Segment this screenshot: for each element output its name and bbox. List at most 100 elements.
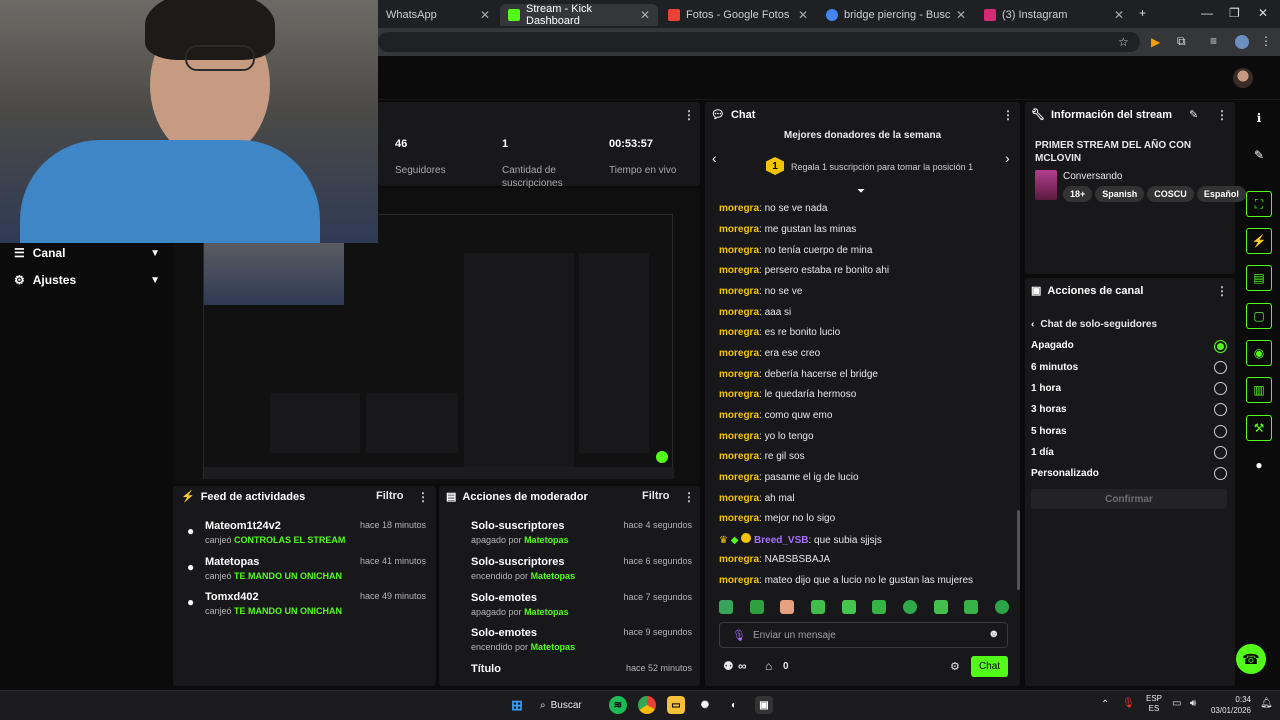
radio-personalizado[interactable] bbox=[1214, 467, 1227, 480]
radio-6-minutos[interactable] bbox=[1214, 361, 1227, 374]
option-label[interactable]: Apagado bbox=[1031, 340, 1074, 351]
chat-username[interactable]: moregra bbox=[719, 451, 759, 462]
chat-send-button[interactable]: Chat bbox=[971, 656, 1008, 677]
mod-action-by[interactable]: Matetopas bbox=[524, 607, 569, 617]
chevron-right-icon[interactable]: › bbox=[1005, 150, 1010, 166]
option-label[interactable]: Personalizado bbox=[1031, 468, 1099, 479]
chat-username[interactable]: moregra bbox=[719, 575, 759, 586]
mod-action-by[interactable]: Matetopas bbox=[524, 535, 569, 545]
option-label[interactable]: 6 minutos bbox=[1031, 362, 1078, 373]
taskbar-search[interactable]: ⌕ Buscar bbox=[540, 696, 604, 714]
minimize-button[interactable]: — bbox=[1201, 6, 1213, 20]
tab-google-photos[interactable]: Fotos - Google Fotos ✕ bbox=[660, 4, 816, 26]
windows-start-icon[interactable]: ⊞ bbox=[508, 696, 526, 714]
sidebar-item-ajustes[interactable]: ⚙ Ajustes ▼ bbox=[14, 273, 160, 287]
users-icon[interactable]: ● bbox=[1246, 452, 1272, 478]
more-options-icon[interactable]: ⋮ bbox=[1002, 108, 1014, 122]
radio-3-horas[interactable] bbox=[1214, 403, 1227, 416]
app-icon[interactable]: ◐ bbox=[725, 696, 743, 714]
chat-username[interactable]: moregra bbox=[719, 431, 759, 442]
more-options-icon[interactable]: ⋮ bbox=[1216, 108, 1228, 122]
emote-icon[interactable] bbox=[994, 600, 1009, 614]
filter-button[interactable]: Filtro bbox=[642, 490, 670, 502]
mod-action-by[interactable]: Matetopas bbox=[531, 571, 576, 581]
chevron-left-icon[interactable]: ‹ bbox=[712, 150, 717, 166]
microphone-icon[interactable]: 🎙︎ bbox=[1122, 698, 1135, 709]
chat-username[interactable]: moregra bbox=[719, 493, 759, 504]
emote-icon[interactable] bbox=[719, 600, 733, 614]
chevron-up-icon[interactable]: ⌃ bbox=[1101, 699, 1109, 710]
chat-username[interactable]: moregra bbox=[719, 327, 759, 338]
option-label[interactable]: 1 hora bbox=[1031, 383, 1061, 394]
chat-username[interactable]: moregra bbox=[719, 369, 759, 380]
mod-action-by[interactable]: Matetopas bbox=[531, 642, 576, 652]
emote-icon[interactable] bbox=[964, 600, 979, 614]
emote-icon[interactable] bbox=[841, 600, 856, 614]
microphone-icon[interactable]: 🎙︎ bbox=[732, 629, 746, 642]
new-tab-button[interactable]: + bbox=[1139, 6, 1146, 20]
chat-username[interactable]: moregra bbox=[719, 472, 759, 483]
close-icon[interactable]: ✕ bbox=[480, 8, 490, 22]
emoji-icon[interactable]: ☻ bbox=[988, 628, 1000, 640]
info-icon[interactable]: ℹ bbox=[1246, 105, 1272, 131]
profile-avatar-icon[interactable] bbox=[1235, 35, 1249, 49]
emote-icon[interactable] bbox=[810, 600, 825, 614]
chrome-icon[interactable] bbox=[638, 696, 656, 714]
emote-icon[interactable] bbox=[872, 600, 887, 614]
more-options-icon[interactable]: ⋮ bbox=[1216, 284, 1228, 298]
option-label[interactable]: 1 día bbox=[1031, 447, 1054, 458]
browser-menu-icon[interactable]: ⋮ bbox=[1260, 34, 1272, 48]
spotify-icon[interactable]: ≋ bbox=[609, 696, 627, 714]
user-avatar[interactable] bbox=[1233, 68, 1253, 88]
close-window-button[interactable]: ✕ bbox=[1258, 6, 1268, 20]
chat-username[interactable]: moregra bbox=[719, 286, 759, 297]
volume-icon[interactable]: 🔊︎ bbox=[1190, 698, 1196, 709]
chatgpt-icon[interactable]: ✺ bbox=[696, 696, 714, 714]
more-options-icon[interactable]: ⋮ bbox=[683, 108, 695, 122]
chat-username[interactable]: moregra bbox=[719, 224, 759, 235]
points-value[interactable]: ∞ bbox=[738, 659, 747, 673]
radio-1-hora[interactable] bbox=[1214, 382, 1227, 395]
tab-whatsapp[interactable]: WhatsApp ✕ bbox=[378, 4, 498, 26]
maximize-button[interactable]: ❐ bbox=[1229, 6, 1240, 20]
radio-1-dia[interactable] bbox=[1214, 446, 1227, 459]
tab-google-search[interactable]: bridge piercing - Buscar con Go ✕ bbox=[818, 4, 974, 26]
obs-icon[interactable]: ▣ bbox=[755, 696, 773, 714]
more-options-icon[interactable]: ⋮ bbox=[417, 490, 429, 504]
notification-icon[interactable]: 🔔︎ bbox=[1260, 698, 1273, 709]
tab-instagram[interactable]: (3) Instagram ✕ bbox=[976, 4, 1132, 26]
radio-5-horas[interactable] bbox=[1214, 425, 1227, 438]
language-indicator[interactable]: ESP ES bbox=[1146, 694, 1162, 714]
lightning-icon[interactable]: ⚡ bbox=[1246, 228, 1272, 254]
back-button[interactable]: ‹ Chat de solo-seguidores bbox=[1031, 319, 1157, 330]
more-options-icon[interactable]: ⋮ bbox=[683, 490, 695, 504]
radio-apagado[interactable] bbox=[1214, 340, 1227, 353]
chat-username[interactable]: moregra bbox=[719, 410, 759, 421]
broadcast-icon[interactable]: ◉ bbox=[1246, 340, 1272, 366]
bookmark-star-icon[interactable]: ☆ bbox=[1118, 35, 1129, 49]
option-label[interactable]: 3 horas bbox=[1031, 404, 1067, 415]
emote-icon[interactable] bbox=[902, 600, 917, 614]
extension-play-icon[interactable]: ▶ bbox=[1151, 35, 1160, 49]
emote-icon[interactable] bbox=[780, 600, 795, 614]
layout-icon[interactable]: ▥ bbox=[1246, 377, 1272, 403]
close-icon[interactable]: ✕ bbox=[1114, 8, 1124, 22]
chat-username[interactable]: Breed_VSB bbox=[754, 535, 808, 546]
chat-username[interactable]: moregra bbox=[719, 513, 759, 524]
chat-username[interactable]: moregra bbox=[719, 265, 759, 276]
chat-username[interactable]: moregra bbox=[719, 348, 759, 359]
chat-username[interactable]: moregra bbox=[719, 307, 759, 318]
clip-icon[interactable]: ⛶ bbox=[1246, 191, 1272, 217]
filter-button[interactable]: Filtro bbox=[376, 490, 404, 502]
chat-icon[interactable]: ▢ bbox=[1246, 303, 1272, 329]
url-input[interactable] bbox=[378, 32, 1140, 52]
close-icon[interactable]: ✕ bbox=[640, 8, 650, 22]
sidebar-item-canal[interactable]: ☰ Canal ▼ bbox=[14, 246, 160, 260]
edit-pencil-icon[interactable]: ✎ bbox=[1246, 142, 1272, 168]
network-icon[interactable]: ▭ bbox=[1172, 698, 1181, 709]
emote-icon[interactable] bbox=[749, 600, 764, 614]
document-icon[interactable]: ▤ bbox=[1246, 265, 1272, 291]
wrench-icon[interactable]: ⚒ bbox=[1246, 415, 1272, 441]
support-fab-button[interactable]: ☎ bbox=[1236, 644, 1266, 674]
chat-username[interactable]: moregra bbox=[719, 245, 759, 256]
